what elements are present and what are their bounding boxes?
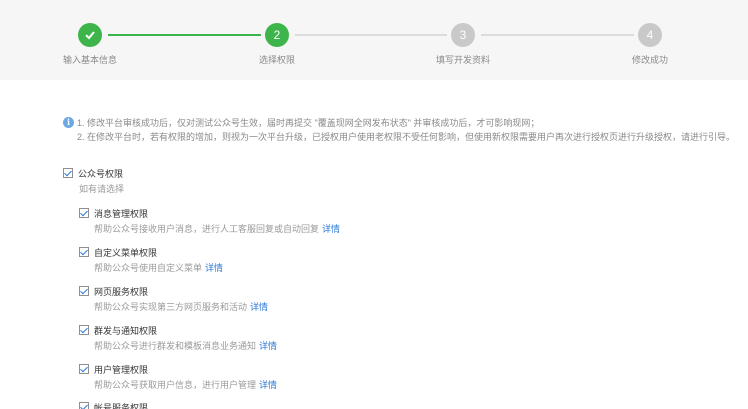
permission-checkbox[interactable]: [79, 208, 89, 218]
notice-line-1: 1. 修改平台审核成功后，仅对测试公众号生效，届时再提交 "覆盖现网全网发布状态…: [77, 118, 540, 128]
permission-item-web: 网页服务权限 帮助公众号实现第三方网页服务和活动 详情: [79, 284, 268, 313]
step-4: 4 修改成功: [600, 23, 700, 66]
step-3: 3 填写开发资料: [413, 23, 513, 66]
permission-checkbox[interactable]: [79, 247, 89, 257]
permission-desc: 帮助公众号获取用户信息，进行用户管理: [94, 380, 257, 390]
permission-title: 自定义菜单权限: [94, 247, 158, 258]
step-label: 输入基本信息: [62, 55, 117, 65]
permission-item-menu: 自定义菜单权限 帮助公众号使用自定义菜单 详情: [79, 245, 223, 274]
permission-desc: 帮助公众号实现第三方网页服务和活动: [94, 302, 248, 312]
permission-desc: 帮助公众号接收用户消息，进行人工客服回复或自动回复: [94, 224, 320, 234]
details-link[interactable]: 详情: [250, 302, 268, 312]
step-label: 修改成功: [631, 55, 668, 65]
check-icon: [78, 23, 102, 47]
permission-checkbox[interactable]: [79, 325, 89, 335]
notice-box: i 1. 修改平台审核成功后，仅对测试公众号生效，届时再提交 "覆盖现网全网发布…: [63, 116, 736, 144]
group-checkbox[interactable]: [63, 168, 73, 178]
details-link[interactable]: 详情: [322, 224, 340, 234]
step-number: 3: [451, 23, 475, 47]
step-number: 2: [265, 23, 289, 47]
step-1: 输入基本信息: [40, 23, 140, 66]
info-icon: i: [63, 117, 74, 128]
step-label: 选择权限: [258, 55, 295, 65]
notice-line-2: 2. 在修改平台时，若有权限的增加，则视为一次平台升级，已授权用户使用老权限不受…: [77, 132, 736, 142]
permission-checkbox[interactable]: [79, 286, 89, 296]
permission-desc: 帮助公众号使用自定义菜单: [94, 263, 203, 273]
permission-title: 消息管理权限: [94, 208, 149, 219]
permission-checkbox[interactable]: [79, 402, 89, 409]
permission-group: 公众号权限 如有请选择: [63, 166, 124, 195]
permission-title: 帐号服务权限: [94, 402, 149, 409]
permission-desc: 帮助公众号进行群发和模板消息业务通知: [94, 341, 257, 351]
details-link[interactable]: 详情: [205, 263, 223, 273]
permission-title: 网页服务权限: [94, 286, 149, 297]
step-2: 2 选择权限: [227, 23, 327, 66]
details-link[interactable]: 详情: [259, 341, 277, 351]
permission-item-user: 用户管理权限 帮助公众号获取用户信息，进行用户管理 详情: [79, 362, 277, 391]
progress-stepper: 输入基本信息 2 选择权限 3 填写开发资料 4 修改成功: [0, 0, 748, 80]
permission-item-account: 帐号服务权限: [79, 400, 148, 409]
details-link[interactable]: 详情: [259, 380, 277, 390]
permission-item-message: 消息管理权限 帮助公众号接收用户消息，进行人工客服回复或自动回复 详情: [79, 206, 340, 235]
permission-item-broadcast: 群发与通知权限 帮助公众号进行群发和模板消息业务通知 详情: [79, 323, 277, 352]
group-subtitle: 如有请选择: [79, 184, 125, 194]
permission-title: 用户管理权限: [94, 364, 149, 375]
step-number: 4: [638, 23, 662, 47]
step-label: 填写开发资料: [435, 55, 490, 65]
group-title: 公众号权限: [78, 168, 124, 179]
permission-title: 群发与通知权限: [94, 325, 158, 336]
permission-checkbox[interactable]: [79, 364, 89, 374]
